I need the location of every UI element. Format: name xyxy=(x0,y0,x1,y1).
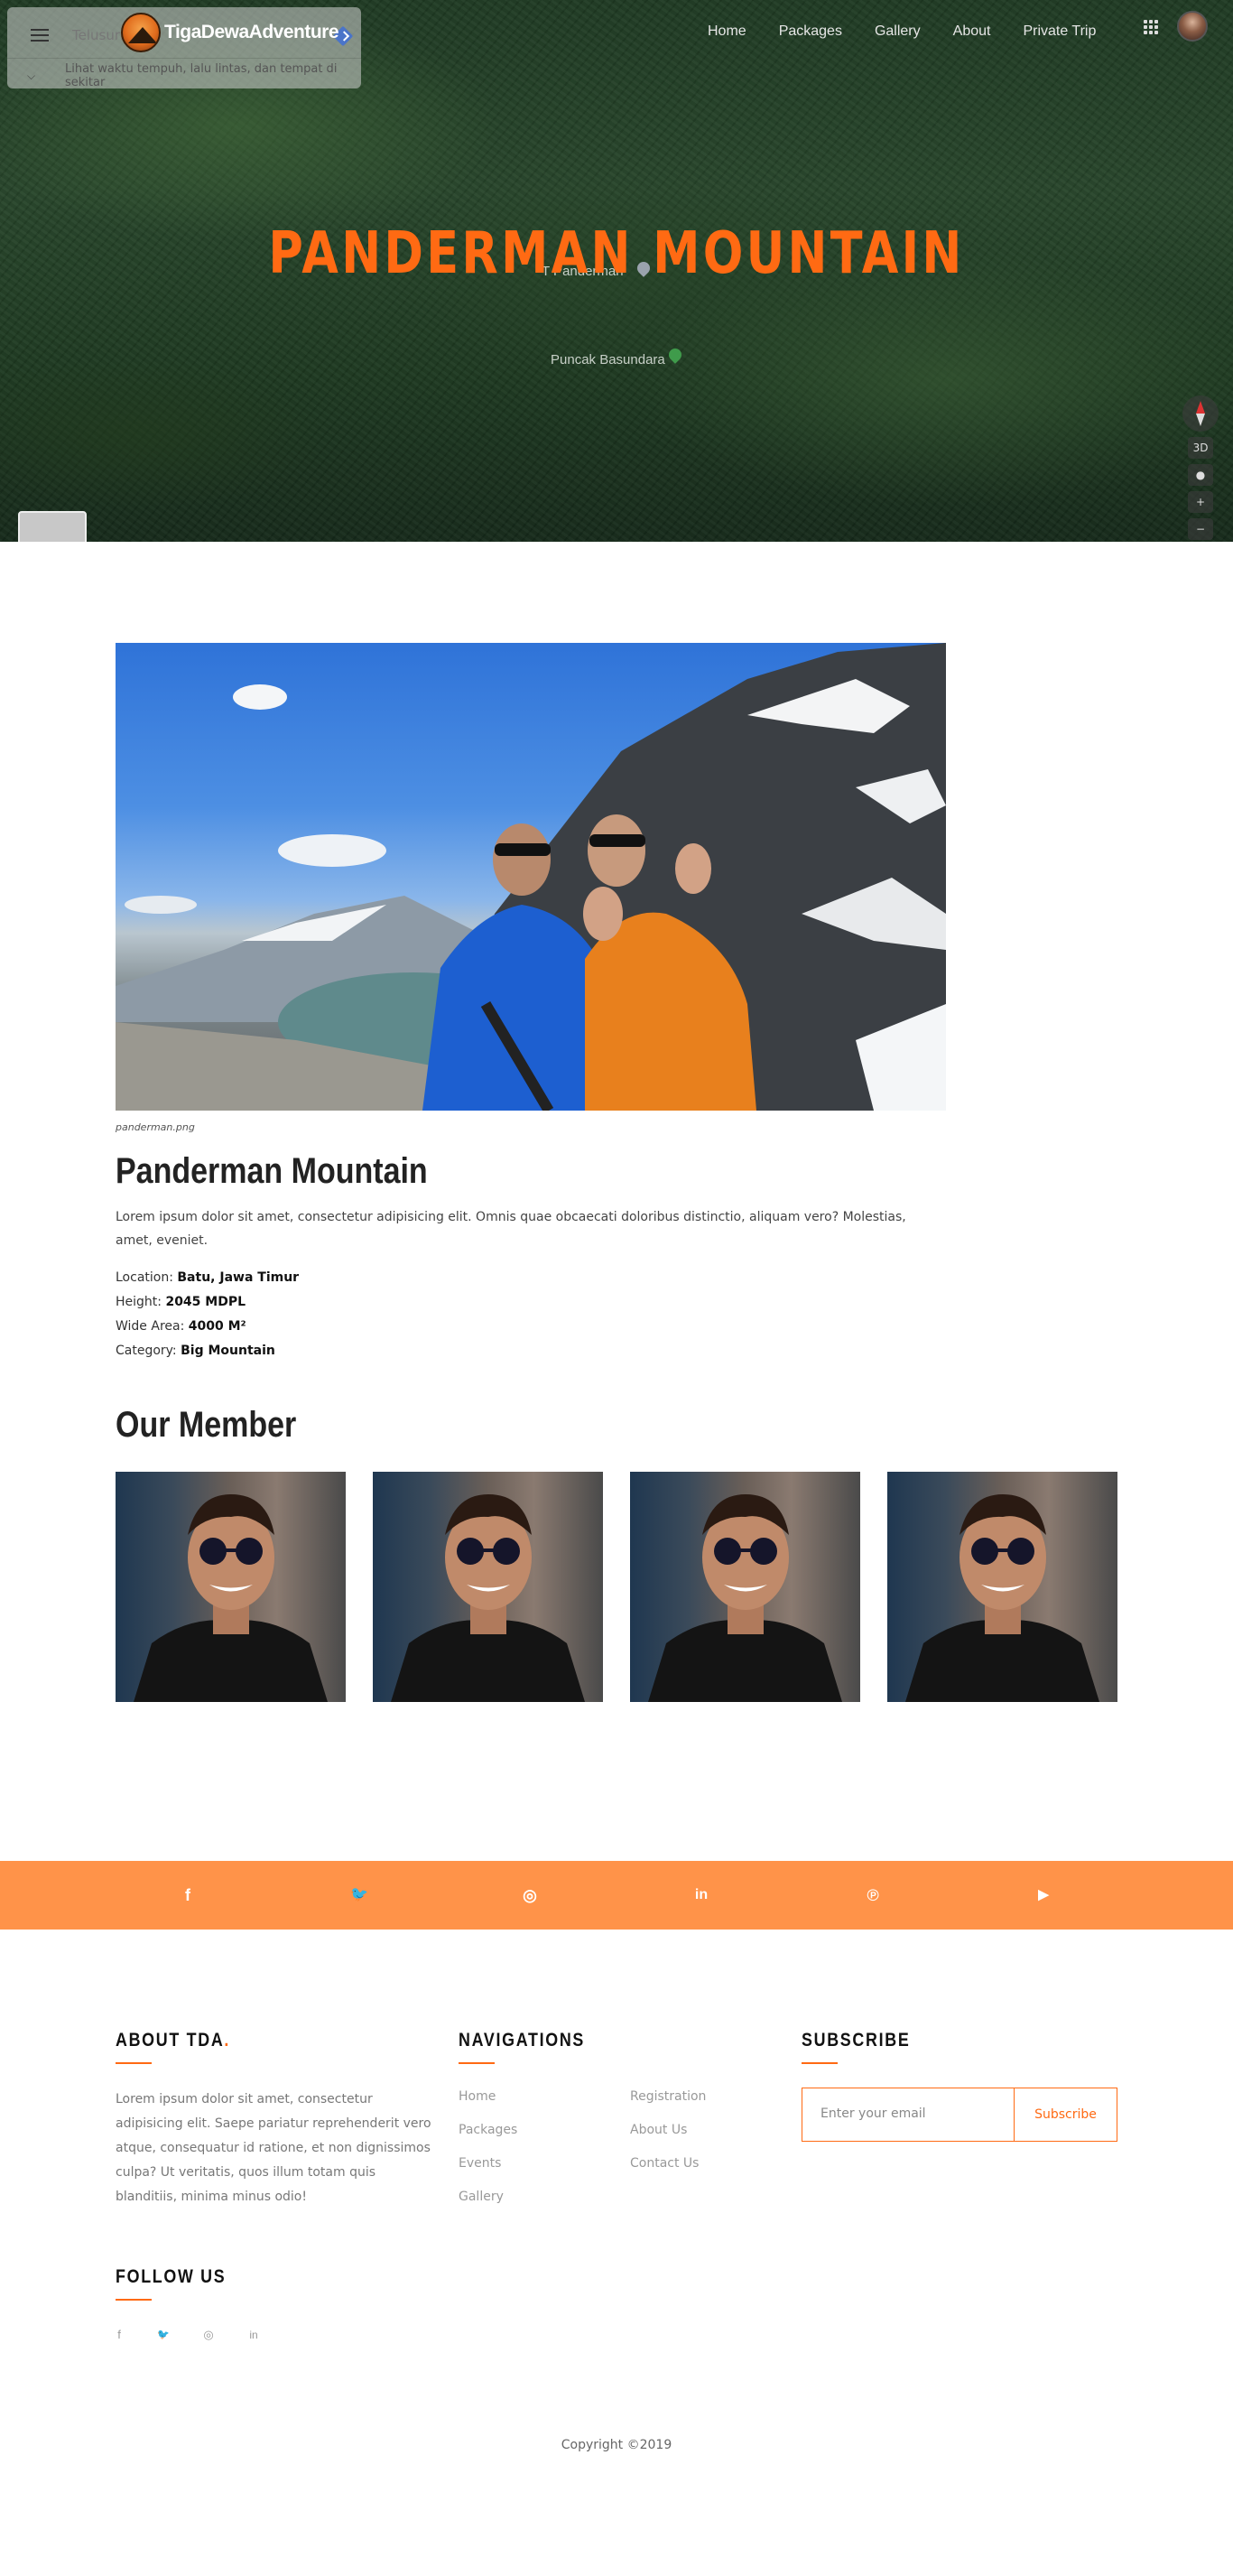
maps-hint-row[interactable]: ⌵ Lihat waktu tempuh, lalu lintas, dan t… xyxy=(7,58,361,89)
page-title: PANDERMAN MOUNTAIN xyxy=(268,220,965,287)
fact-category: Category: Big Mountain xyxy=(116,1344,275,1358)
subscribe-button[interactable]: Subscribe xyxy=(1014,2088,1117,2141)
twitter-icon[interactable]: 🐦 xyxy=(347,1883,372,1908)
footer-about-heading: ABOUT TDA. xyxy=(116,2030,231,2051)
mountain-photo xyxy=(116,643,946,1111)
nav-private-trip[interactable]: Private Trip xyxy=(1023,23,1096,40)
footer-nav-registration[interactable]: Registration xyxy=(630,2089,706,2104)
footer-nav-gallery[interactable]: Gallery xyxy=(459,2190,504,2204)
locate-icon[interactable]: ● xyxy=(1188,464,1213,486)
youtube-icon[interactable]: ▶ xyxy=(1031,1883,1056,1908)
map-pin-icon[interactable] xyxy=(666,346,684,364)
fact-wide-area: Wide Area: 4000 M² xyxy=(116,1319,246,1334)
user-avatar[interactable] xyxy=(1177,11,1208,42)
map-layer-thumbnail[interactable] xyxy=(18,511,87,542)
member-photo[interactable] xyxy=(887,1472,1117,1702)
mountain-description: Lorem ipsum dolor sit amet, consectetur … xyxy=(116,1210,906,1248)
brand-name: TigaDewaAdventure xyxy=(164,22,339,42)
fact-height: Height: 2045 MDPL xyxy=(116,1295,246,1309)
footer-nav-about-us[interactable]: About Us xyxy=(630,2123,687,2137)
social-bar: f 🐦 ◎ in ℗ ▶ xyxy=(0,1861,1233,1930)
footer-heading-rule xyxy=(802,2062,838,2064)
maps-search-placeholder[interactable]: Telusuri xyxy=(72,27,124,43)
footer-about-text: Lorem ipsum dolor sit amet, consectetur … xyxy=(116,2092,431,2204)
nav-about[interactable]: About xyxy=(953,23,991,40)
maps-hint-text: Lihat waktu tempuh, lalu lintas, dan tem… xyxy=(65,62,338,89)
footer-follow-heading: FOLLOW US xyxy=(116,2266,227,2287)
twitter-icon[interactable]: 🐦 xyxy=(154,2326,172,2344)
zoom-out-button[interactable]: − xyxy=(1188,518,1213,540)
footer-nav-heading: NAVIGATIONS xyxy=(459,2030,586,2051)
chevron-down-icon[interactable]: ⌵ xyxy=(27,70,35,83)
brand-logo-icon xyxy=(121,13,161,52)
subscribe-form: Enter your email Subscribe xyxy=(802,2088,1117,2142)
copyright: Copyright ©2019 xyxy=(561,2438,672,2452)
tilt-3d-button[interactable]: 3D xyxy=(1188,437,1213,459)
footer-heading-rule xyxy=(116,2299,152,2301)
brand-logo-link[interactable]: TigaDewaAdventure xyxy=(121,13,339,52)
linkedin-icon[interactable]: in xyxy=(689,1883,714,1908)
footer-nav-events[interactable]: Events xyxy=(459,2156,501,2171)
footer-heading-rule xyxy=(459,2062,495,2064)
map-controls: 3D ● + − xyxy=(1182,395,1219,540)
member-photo[interactable] xyxy=(373,1472,603,1702)
members-grid xyxy=(116,1472,1117,1702)
hero-map-banner[interactable]: Telusuri ⌵ Lihat waktu tempuh, lalu lint… xyxy=(0,0,1233,542)
facebook-icon[interactable]: f xyxy=(175,1883,200,1908)
apps-grid-icon[interactable] xyxy=(1144,20,1158,34)
footer-nav-home[interactable]: Home xyxy=(459,2089,496,2104)
compass-icon[interactable] xyxy=(1182,395,1219,432)
zoom-in-button[interactable]: + xyxy=(1188,491,1213,513)
main-nav: Home Packages Gallery About Private Trip xyxy=(708,23,1128,40)
instagram-icon[interactable]: ◎ xyxy=(517,1883,542,1908)
linkedin-icon[interactable]: in xyxy=(245,2326,263,2344)
member-photo[interactable] xyxy=(630,1472,860,1702)
footer-nav-packages[interactable]: Packages xyxy=(459,2123,517,2137)
fact-location: Location: Batu, Jawa Timur xyxy=(116,1270,300,1285)
email-field[interactable]: Enter your email xyxy=(820,2106,926,2121)
instagram-icon[interactable]: ◎ xyxy=(199,2326,218,2344)
facebook-icon[interactable]: f xyxy=(110,2326,128,2344)
footer-nav-contact-us[interactable]: Contact Us xyxy=(630,2156,699,2171)
nav-gallery[interactable]: Gallery xyxy=(875,23,921,40)
nav-packages[interactable]: Packages xyxy=(779,23,842,40)
pinterest-icon[interactable]: ℗ xyxy=(860,1883,885,1908)
map-label-basundara[interactable]: Puncak Basundara xyxy=(551,352,665,367)
menu-icon[interactable] xyxy=(31,29,49,42)
photo-caption: panderman.png xyxy=(116,1121,195,1133)
footer-heading-rule xyxy=(116,2062,152,2064)
nav-home[interactable]: Home xyxy=(708,23,746,40)
mountain-title: Panderman Mountain xyxy=(116,1151,428,1191)
mountain-facts: Location: Batu, Jawa Timur Height: 2045 … xyxy=(116,1266,299,1363)
member-photo[interactable] xyxy=(116,1472,346,1702)
members-title: Our Member xyxy=(116,1405,297,1445)
footer-subscribe-heading: SUBSCRIBE xyxy=(802,2030,911,2051)
